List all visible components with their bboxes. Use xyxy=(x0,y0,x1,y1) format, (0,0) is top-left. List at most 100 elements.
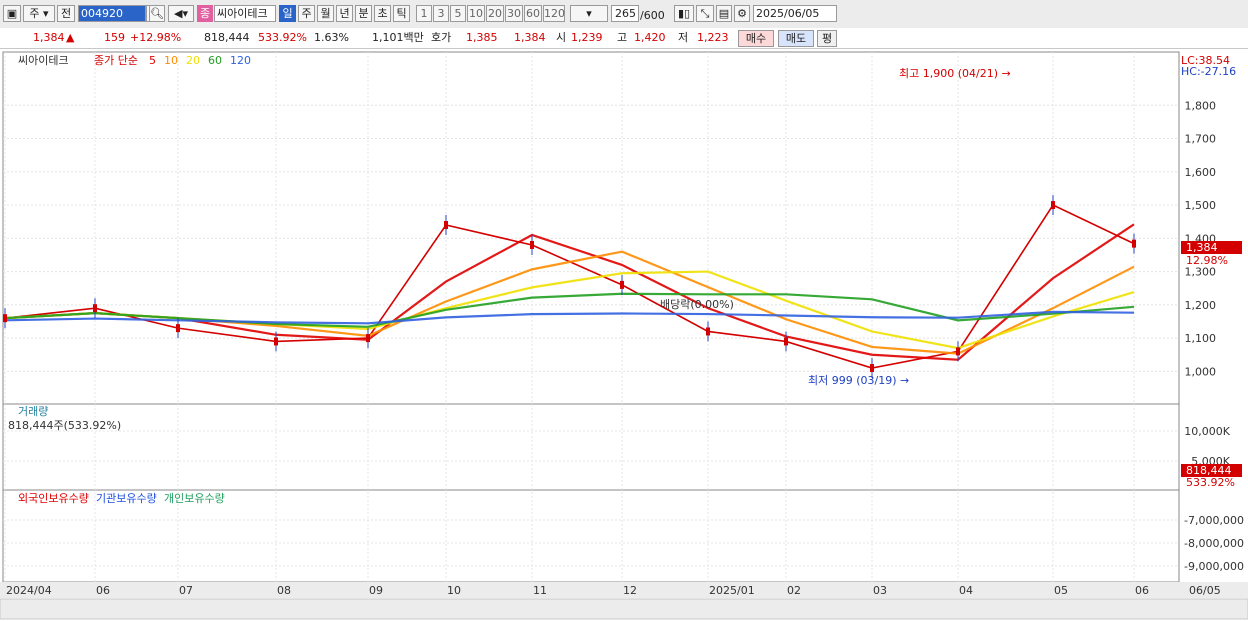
scroll-bar[interactable] xyxy=(0,598,1248,620)
price-tick-label: 1,800 xyxy=(1185,99,1217,112)
time-tick-label: 08 xyxy=(277,584,291,597)
time-tick-label: 02 xyxy=(787,584,801,597)
minute-button-5[interactable]: 5 xyxy=(450,5,466,22)
search-icon[interactable]: 🔍︎ xyxy=(149,5,165,22)
market-label: 주 xyxy=(29,7,40,20)
save-icon[interactable]: ▤ xyxy=(716,5,732,22)
period-button-1[interactable]: 주 xyxy=(298,5,315,22)
candle-body xyxy=(620,280,624,289)
time-tick-label: 11 xyxy=(533,584,547,597)
ma-legend-label: 종가 단순 xyxy=(94,54,138,67)
time-tick-label: 06/05 xyxy=(1189,584,1221,597)
time-tick-label: 04 xyxy=(959,584,973,597)
minute-button-120[interactable]: 120 xyxy=(543,5,565,22)
holding-tick-label: -7,000,000 xyxy=(1184,514,1244,527)
mode-button[interactable]: 전 xyxy=(57,5,75,22)
price-change-pct: +12.98% xyxy=(130,31,182,44)
time-tick-label: 12 xyxy=(623,584,637,597)
candle-body xyxy=(956,347,960,356)
ma-legend-60: 60 xyxy=(208,54,222,67)
time-tick-label: 03 xyxy=(873,584,887,597)
speaker-icon[interactable]: ◀▾ xyxy=(168,5,194,22)
time-tick-label: 2025/01 xyxy=(709,584,755,597)
ma-legend-5: 5 xyxy=(149,54,156,67)
volume-ratio: 533.92% xyxy=(258,31,307,44)
period-button-5[interactable]: 초 xyxy=(374,5,391,22)
low-annotation: 최저 999 (03/19) → xyxy=(808,374,909,387)
market-select[interactable]: 주 ▾ xyxy=(23,5,55,22)
date-input[interactable]: 2025/06/05 xyxy=(753,5,837,22)
high-price: 1,420 xyxy=(634,31,666,44)
volume-title: 거래량 xyxy=(18,405,48,418)
volume-pct-tag: 533.92% xyxy=(1186,476,1235,489)
candle-type-icon[interactable]: ▮▯ xyxy=(674,5,694,22)
trade-volume: 818,444 xyxy=(204,31,250,44)
stock-chart: 1,8001,7001,6001,5001,4001,3001,2001,100… xyxy=(0,51,1248,620)
volume-tick-label: 10,000K xyxy=(1184,425,1230,438)
up-arrow-icon: ▲ xyxy=(66,31,75,44)
minute-button-10[interactable]: 10 xyxy=(467,5,485,22)
price-change: 159 xyxy=(104,31,125,44)
time-tick-label: 2024/04 xyxy=(6,584,52,597)
candle-body xyxy=(274,337,278,346)
minute-button-60[interactable]: 60 xyxy=(524,5,542,22)
hc-label: HC:-27.16 xyxy=(1181,65,1236,78)
time-tick-label: 05 xyxy=(1054,584,1068,597)
period-button-2[interactable]: 월 xyxy=(317,5,334,22)
time-tick-label: 10 xyxy=(447,584,461,597)
sell-button[interactable]: 매도 xyxy=(778,30,814,47)
current-price: 1,384 xyxy=(33,31,65,44)
time-tick-label: 06 xyxy=(1135,584,1149,597)
count-input[interactable]: 265 xyxy=(611,5,639,22)
period-button-6[interactable]: 틱 xyxy=(393,5,410,22)
open-label: 시 xyxy=(556,31,567,44)
price-tick-label: 1,700 xyxy=(1185,133,1217,146)
low-label: 저 xyxy=(678,31,689,44)
toolbar: ▣ 주 ▾ 전 004920 ▾ xyxy=(0,0,1248,29)
volume-panel xyxy=(2,403,1180,491)
price-tick-label: 1,600 xyxy=(1185,166,1217,179)
bid-label: 호가 xyxy=(431,31,452,44)
minute-button-20[interactable]: 20 xyxy=(486,5,504,22)
price-tick-label: 1,000 xyxy=(1185,365,1217,378)
price-tag: 1,384 xyxy=(1186,241,1218,254)
minute-button-30[interactable]: 30 xyxy=(505,5,523,22)
candle-body xyxy=(870,364,874,373)
period-button-3[interactable]: 년 xyxy=(336,5,353,22)
turnover-rate: 1.63% xyxy=(314,31,349,44)
ma-legend-20: 20 xyxy=(186,54,200,67)
evaluate-button[interactable]: 평 xyxy=(817,30,837,47)
holding-tick-label: -8,000,000 xyxy=(1184,537,1244,550)
count-max-label: /600 xyxy=(640,9,665,22)
time-tick-label: 09 xyxy=(369,584,383,597)
gear-icon[interactable]: ⚙ xyxy=(734,5,750,22)
ask-price: 1,385 xyxy=(466,31,498,44)
candle-body xyxy=(176,324,180,333)
candle-body xyxy=(784,337,788,346)
stock-tag-badge[interactable]: 종 xyxy=(197,5,213,22)
time-tick-label: 06 xyxy=(96,584,110,597)
volume-value: 818,444주(533.92%) xyxy=(8,419,121,432)
holding-legend-0: 외국인보유수량 xyxy=(18,492,89,505)
candle-body xyxy=(530,240,534,249)
interval-select[interactable]: ▾ xyxy=(570,5,608,22)
period-button-0[interactable]: 일 xyxy=(279,5,296,22)
time-tick-label: 07 xyxy=(179,584,193,597)
candle-body xyxy=(1051,201,1055,210)
stock-code-input[interactable]: 004920 xyxy=(78,5,146,22)
holding-legend-2: 개인보유수량 xyxy=(164,492,225,505)
candle-body xyxy=(706,327,710,336)
candle-body xyxy=(1132,239,1136,248)
period-button-4[interactable]: 분 xyxy=(355,5,372,22)
minute-button-1[interactable]: 1 xyxy=(416,5,432,22)
stock-name-field[interactable]: 씨아이테크 xyxy=(214,5,276,22)
high-annotation: 최고 1,900 (04/21) → xyxy=(899,67,1011,80)
buy-button[interactable]: 매수 xyxy=(738,30,774,47)
trade-amount: 1,101백만 xyxy=(372,31,424,44)
high-label: 고 xyxy=(617,31,628,44)
indicator-icon[interactable]: ⤡ xyxy=(696,5,714,22)
holding-legend-1: 기관보유수량 xyxy=(96,492,157,505)
chart-menu-icon[interactable]: ▣ xyxy=(3,5,21,22)
price-tick-label: 1,200 xyxy=(1185,299,1217,312)
minute-button-3[interactable]: 3 xyxy=(433,5,449,22)
